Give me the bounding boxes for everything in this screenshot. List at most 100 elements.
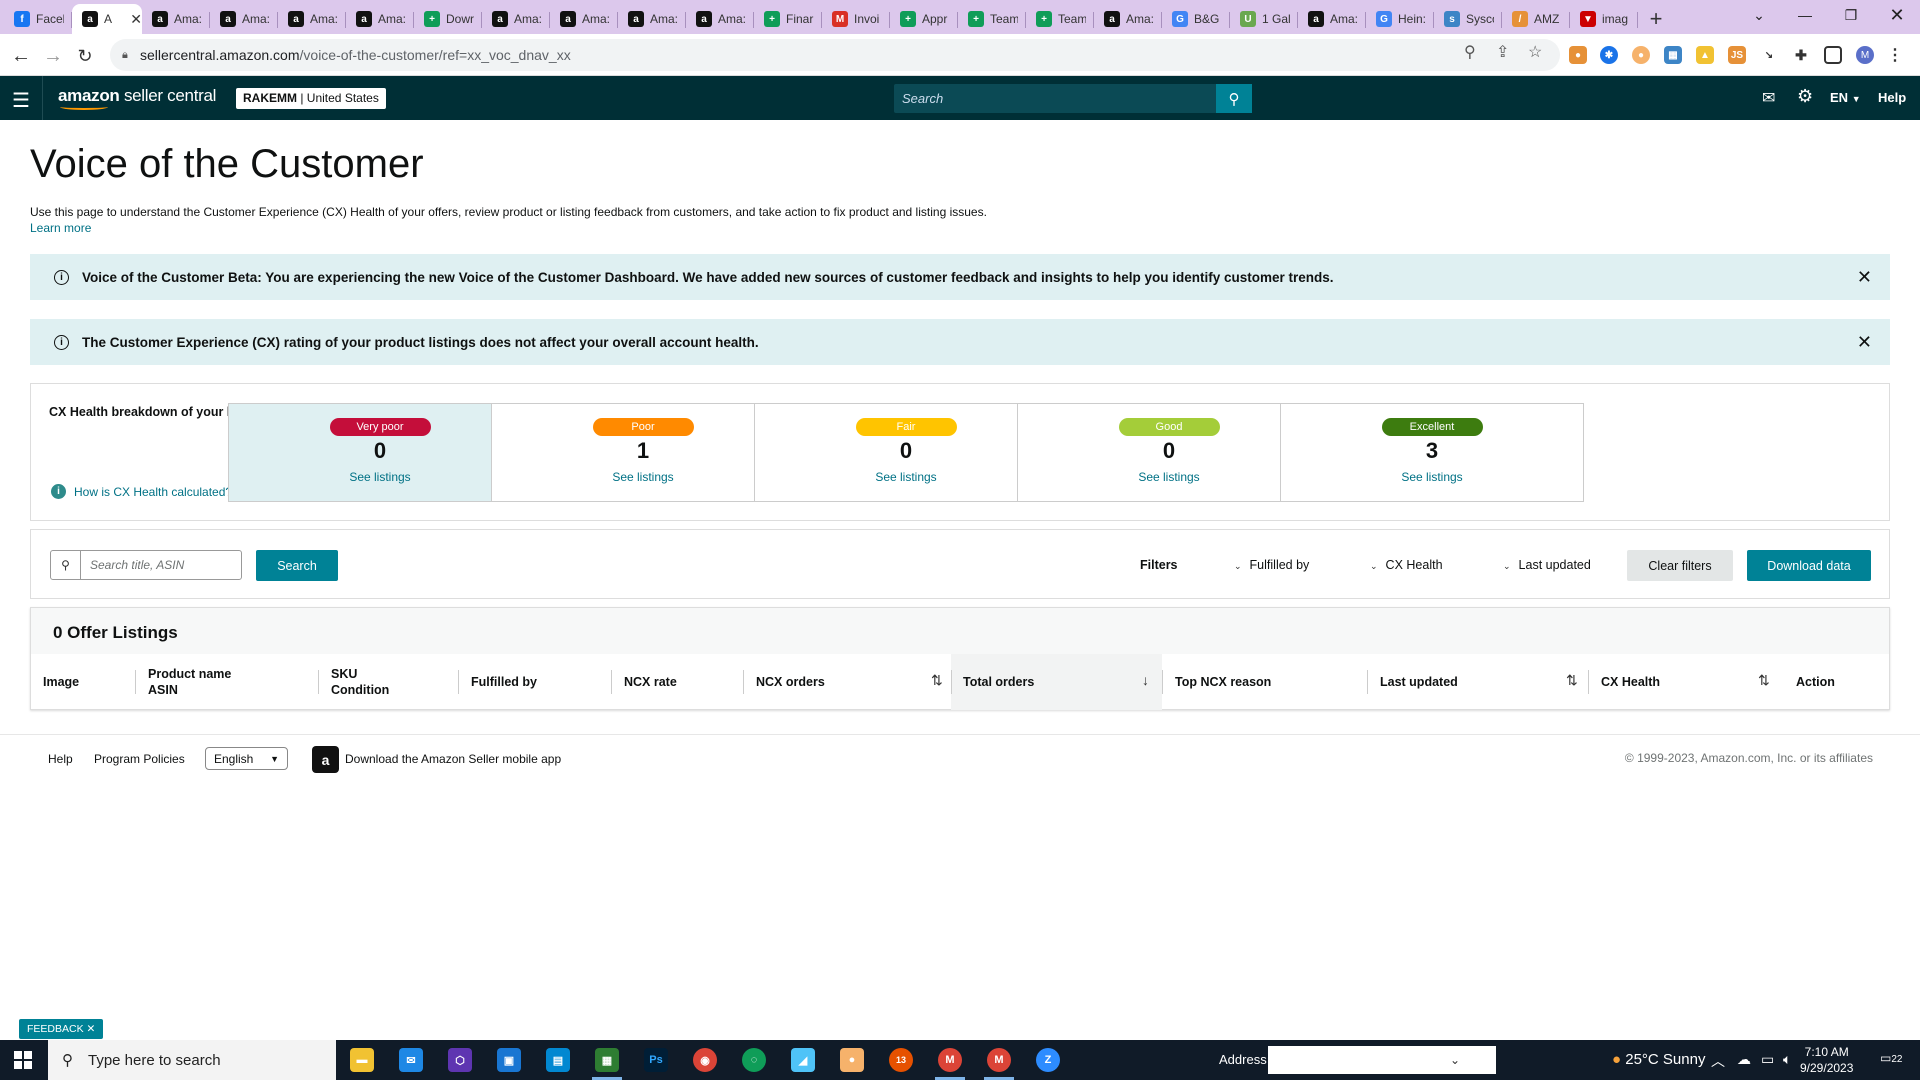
browser-tab[interactable]: a Ama: xyxy=(1094,4,1162,34)
column-header[interactable]: NCX rate xyxy=(624,674,677,690)
clear-filters-button[interactable]: Clear filters xyxy=(1627,550,1733,581)
listing-search-input[interactable]: ⚲ Search title, ASIN xyxy=(50,550,242,580)
column-header[interactable]: Image xyxy=(43,674,79,690)
browser-tab[interactable]: G B&G xyxy=(1162,4,1230,34)
see-listings-link[interactable]: See listings xyxy=(229,470,531,484)
cx-health-card[interactable]: Good 0 See listings xyxy=(1017,403,1321,502)
cx-health-card[interactable]: Excellent 3 See listings xyxy=(1280,403,1584,502)
extension-icon[interactable]: JS xyxy=(1728,46,1746,64)
app-icon[interactable]: ▤ xyxy=(546,1048,570,1072)
hamburger-menu-icon[interactable]: ☰ xyxy=(12,88,36,113)
chrome-icon[interactable]: M xyxy=(938,1048,962,1072)
extension-icon[interactable]: ▦ xyxy=(1664,46,1682,64)
learn-more-link[interactable]: Learn more xyxy=(30,221,91,235)
windows-start-icon[interactable] xyxy=(14,1051,32,1069)
browser-tab[interactable]: + Finar xyxy=(754,4,822,34)
close-tab-icon[interactable]: ✕ xyxy=(130,11,142,28)
browser-tab[interactable]: a Ama: xyxy=(210,4,278,34)
feedback-button[interactable]: FEEDBACK ✕ xyxy=(19,1019,104,1039)
footer-language-select[interactable]: English ▼ xyxy=(205,747,288,770)
browser-tab[interactable]: a Ama: xyxy=(618,4,686,34)
gear-icon[interactable]: ⚙ xyxy=(1797,86,1813,107)
column-header[interactable]: Product name ASIN xyxy=(148,666,231,698)
browser-tab[interactable]: + Team xyxy=(958,4,1026,34)
restore-button[interactable]: ❐ xyxy=(1828,0,1874,30)
bookmark-star-icon[interactable]: ☆ xyxy=(1528,42,1542,62)
language-selector[interactable]: EN ▼ xyxy=(1830,90,1861,105)
cx-health-help-link[interactable]: i How is CX Health calculated? xyxy=(51,484,232,499)
column-header[interactable]: Top NCX reason xyxy=(1175,674,1271,690)
column-header[interactable]: Action xyxy=(1796,674,1835,690)
forward-button[interactable]: → xyxy=(40,43,66,69)
download-data-button[interactable]: Download data xyxy=(1747,550,1871,581)
see-listings-link[interactable]: See listings xyxy=(1018,470,1320,484)
chrome-icon[interactable]: ◉ xyxy=(693,1048,717,1072)
side-panel-icon[interactable] xyxy=(1824,46,1842,64)
taskbar-clock[interactable]: 7:10 AM 9/29/2023 xyxy=(1800,1044,1853,1076)
see-listings-link[interactable]: See listings xyxy=(1281,470,1583,484)
help-link[interactable]: Help xyxy=(1878,90,1906,105)
share-icon[interactable]: ⇪ xyxy=(1496,42,1509,62)
cx-health-card[interactable]: Fair 0 See listings xyxy=(754,403,1058,502)
browser-tab[interactable]: G Hein: xyxy=(1366,4,1434,34)
mail-icon[interactable]: ✉ xyxy=(1762,88,1775,108)
browser-tab[interactable]: a A ✕ xyxy=(72,4,142,34)
mobile-app-link[interactable]: Download the Amazon Seller mobile app xyxy=(345,752,561,766)
column-header[interactable]: SKU Condition xyxy=(331,666,389,698)
minimize-button[interactable]: — xyxy=(1782,0,1828,30)
notification-center-icon[interactable]: ▭22 xyxy=(1880,1051,1902,1065)
column-header[interactable]: NCX orders xyxy=(756,674,825,690)
browser-tab[interactable]: + Dowr xyxy=(414,4,482,34)
see-listings-link[interactable]: See listings xyxy=(755,470,1057,484)
close-icon[interactable]: ✕ xyxy=(1857,332,1872,353)
sort-icon[interactable]: ⇅ xyxy=(1566,672,1578,689)
browser-tab[interactable]: a Ama: xyxy=(686,4,754,34)
browser-tab[interactable]: U 1 Gal xyxy=(1230,4,1298,34)
new-tab-button[interactable]: + xyxy=(1638,4,1674,34)
tab-search-icon[interactable]: ⌄ xyxy=(1736,0,1782,30)
calculator-icon[interactable]: ▦ xyxy=(595,1048,619,1072)
browser-tab[interactable]: a Ama: xyxy=(1298,4,1366,34)
zoom-app-icon[interactable]: Z xyxy=(1036,1048,1060,1072)
app-icon[interactable]: ⬡ xyxy=(448,1048,472,1072)
network-icon[interactable]: ▭ xyxy=(1761,1051,1774,1068)
app-icon[interactable]: 13 xyxy=(889,1048,913,1072)
sort-icon[interactable]: ⇅ xyxy=(1758,672,1770,689)
header-search-input[interactable]: Search xyxy=(894,84,1252,113)
cx-health-card[interactable]: Poor 1 See listings xyxy=(491,403,795,502)
column-header[interactable]: Last updated xyxy=(1380,674,1458,690)
cloud-icon[interactable]: ☁ xyxy=(1737,1051,1751,1068)
browser-tab[interactable]: a Ama: xyxy=(142,4,210,34)
extension-icon[interactable]: ● xyxy=(1632,46,1650,64)
seller-central-logo[interactable]: amazon seller central xyxy=(58,86,216,110)
extension-icon[interactable]: ▲ xyxy=(1696,46,1714,64)
volume-icon[interactable]: 🔈︎ xyxy=(1783,1051,1791,1068)
photoshop-icon[interactable]: Ps xyxy=(644,1048,668,1072)
browser-tab[interactable]: / AMZ xyxy=(1502,4,1570,34)
browser-tab[interactable]: a Ama: xyxy=(482,4,550,34)
profile-avatar[interactable]: M xyxy=(1856,46,1874,64)
browser-tab[interactable]: a Ama: xyxy=(346,4,414,34)
taskbar-search-input[interactable]: ⚲ Type here to search xyxy=(48,1040,336,1080)
close-window-button[interactable]: ✕ xyxy=(1874,0,1920,30)
browser-tab[interactable]: ▼ imag xyxy=(1570,4,1638,34)
browser-tab[interactable]: f Faceb xyxy=(4,4,72,34)
browser-tab[interactable]: a Ama: xyxy=(550,4,618,34)
footer-help-link[interactable]: Help xyxy=(48,752,73,766)
browser-tab[interactable]: a Ama: xyxy=(278,4,346,34)
file-explorer-icon[interactable]: ▬ xyxy=(350,1048,374,1072)
close-icon[interactable]: ✕ xyxy=(1857,267,1872,288)
extensions-puzzle-icon[interactable]: ✚ xyxy=(1792,46,1810,64)
program-policies-link[interactable]: Program Policies xyxy=(94,752,185,766)
close-icon[interactable]: ✕ xyxy=(87,1023,96,1035)
back-button[interactable]: ← xyxy=(8,43,34,69)
app-icon[interactable]: ● xyxy=(840,1048,864,1072)
header-search-button[interactable]: ⚲ xyxy=(1216,84,1252,113)
weather-widget[interactable]: ● 25°C Sunny xyxy=(1612,1051,1705,1068)
address-bar[interactable]: 🔒︎ sellercentral.amazon.com/voice-of-the… xyxy=(110,39,1560,71)
mail-app-icon[interactable]: ✉ xyxy=(399,1048,423,1072)
app-icon[interactable]: ◢ xyxy=(791,1048,815,1072)
account-switcher[interactable]: RAKEMM | United States xyxy=(236,88,386,109)
extension-icon[interactable]: ✱ xyxy=(1600,46,1618,64)
browser-tab[interactable]: s Sysco xyxy=(1434,4,1502,34)
